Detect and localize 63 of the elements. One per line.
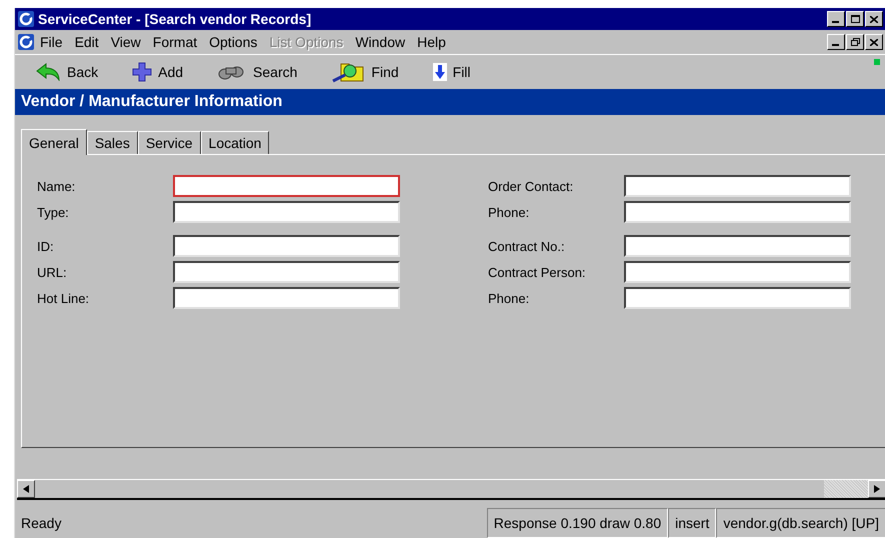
magnifier-folder-icon xyxy=(331,61,366,83)
status-text: Response 0.190 draw 0.80 xyxy=(486,508,668,538)
field-label: ID: xyxy=(37,238,55,254)
menu-item[interactable]: Help xyxy=(411,34,452,50)
field-label: Phone: xyxy=(488,204,530,220)
plus-icon xyxy=(132,62,152,82)
window-title: ServiceCenter - [Search vendor Records] xyxy=(38,11,312,27)
status-text: vendor.g(db.search) [UP] xyxy=(716,508,885,538)
menu-item[interactable]: Format xyxy=(146,34,204,50)
status-text: insert xyxy=(668,508,716,538)
toolbar-button[interactable]: Fill xyxy=(432,63,471,81)
app-logo-icon xyxy=(18,11,34,27)
field-label: Order Contact: xyxy=(488,178,574,194)
down-arrow-icon xyxy=(432,63,447,81)
restore-icon xyxy=(850,38,860,46)
toolbar-button[interactable]: Add xyxy=(132,62,184,82)
field-label: Name: xyxy=(37,178,76,194)
text-field[interactable] xyxy=(173,287,400,309)
minimize-button[interactable] xyxy=(827,34,845,50)
menu-item[interactable]: Options xyxy=(203,34,264,50)
text-field[interactable] xyxy=(624,201,851,223)
tab[interactable]: General xyxy=(21,129,87,155)
document-logo-icon xyxy=(18,34,34,50)
scroll-right-icon[interactable] xyxy=(868,480,885,498)
status-text: Ready xyxy=(20,514,62,533)
text-field[interactable] xyxy=(624,261,851,283)
close-button[interactable] xyxy=(865,34,883,50)
tab[interactable]: Service xyxy=(138,131,201,154)
toolbar-button[interactable]: Find xyxy=(331,61,399,83)
section-header: Vendor / Manufacturer Information xyxy=(15,89,885,115)
menu-item[interactable]: Edit xyxy=(68,34,105,50)
text-field[interactable] xyxy=(624,175,851,197)
menu-item[interactable]: View xyxy=(104,34,147,50)
text-field[interactable] xyxy=(173,201,400,223)
scroll-thumb[interactable] xyxy=(824,480,868,498)
horizontal-scrollbar[interactable] xyxy=(17,479,885,500)
menu-item[interactable]: File xyxy=(34,34,69,50)
tab[interactable]: Sales xyxy=(86,131,138,154)
field-label: Contract Person: xyxy=(488,264,587,280)
scroll-left-icon[interactable] xyxy=(17,480,35,498)
maximize-icon xyxy=(850,15,860,23)
toolbar-button[interactable]: Back xyxy=(35,63,98,81)
text-field[interactable] xyxy=(173,235,400,257)
field-label: URL: xyxy=(37,264,68,280)
restore-button[interactable] xyxy=(846,34,864,50)
tab[interactable]: Location xyxy=(200,131,270,154)
field-label: Contract No.: xyxy=(488,238,566,254)
field-label: Type: xyxy=(37,204,70,220)
toolbar-button[interactable]: Search xyxy=(217,63,298,81)
close-icon xyxy=(870,16,878,22)
field-label: Phone: xyxy=(488,290,530,306)
minimize-button[interactable] xyxy=(827,11,845,27)
text-field[interactable] xyxy=(624,287,851,309)
close-button[interactable] xyxy=(865,11,883,27)
field-label: Hot Line: xyxy=(37,290,90,306)
text-field[interactable] xyxy=(624,235,851,257)
text-field[interactable] xyxy=(173,175,400,197)
maximize-button[interactable] xyxy=(846,11,864,27)
menu-item[interactable]: Window xyxy=(349,34,412,50)
close-icon xyxy=(870,38,878,46)
back-arrow-icon xyxy=(35,63,61,81)
text-field[interactable] xyxy=(173,261,400,283)
status-light-icon xyxy=(874,59,880,65)
